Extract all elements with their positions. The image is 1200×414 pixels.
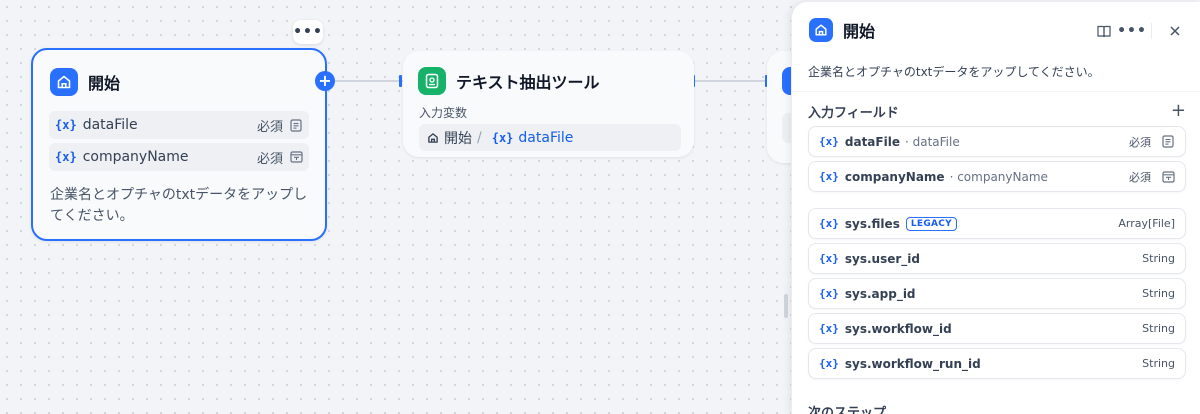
system-variable-row[interactable]: {x} sys.app_id String (808, 278, 1186, 309)
field-name: companyName (844, 169, 945, 184)
next-step-title: 次のステップ (808, 406, 887, 414)
legacy-badge: LEGACY (905, 216, 958, 231)
required-label: 必須 (1129, 170, 1151, 184)
variable-icon: {x} (819, 322, 839, 335)
extract-node-header: テキスト抽出ツール (418, 67, 600, 95)
start-var-row[interactable]: {x} companyName 必須 (49, 143, 309, 171)
plus-icon: + (318, 71, 332, 90)
start-node-description: 企業名とオプチャのtxtデータをアップしてください。 (50, 187, 308, 224)
field-name: sys.workflow_id (844, 321, 952, 336)
toolbar-divider (1151, 23, 1152, 39)
type-label: String (1142, 357, 1175, 370)
close-icon[interactable] (1164, 20, 1186, 42)
field-name: sys.user_id (844, 251, 920, 266)
var-name: companyName (82, 149, 189, 165)
required-label: 必須 (256, 119, 283, 135)
variable-icon: {x} (819, 135, 839, 148)
field-name: sys.app_id (844, 286, 916, 301)
document-extractor-icon (418, 67, 446, 95)
system-variable-row[interactable]: {x} sys.workflow_id String (808, 313, 1186, 344)
add-next-node-button[interactable]: + (315, 71, 335, 91)
type-label: String (1142, 287, 1175, 300)
variable-icon: {x} (819, 170, 839, 183)
variable-icon: {x} (491, 130, 514, 145)
panel-description[interactable]: 企業名とオプチャのtxtデータをアップしてください。 (808, 63, 1100, 80)
edge-start-to-extract (335, 80, 403, 82)
panel-header: 開始 (809, 18, 875, 42)
node-config-panel: 開始 ••• 企業名とオプチャのtxtデータをアップしてください。 入力フィール… (791, 2, 1200, 414)
book-icon[interactable] (1093, 20, 1115, 42)
field-label: · companyName (949, 169, 1048, 184)
document-icon (289, 118, 303, 132)
text-field-icon (289, 150, 303, 164)
document-icon (1161, 135, 1175, 149)
ref-var-name: dataFile (518, 129, 574, 146)
more-icon[interactable]: ••• (1117, 20, 1146, 42)
home-icon (427, 132, 439, 144)
var-name: dataFile (82, 117, 138, 133)
system-variable-row[interactable]: {x} sys.user_id String (808, 243, 1186, 274)
node-more-button[interactable]: ••• (293, 20, 323, 44)
start-node-title: 開始 (88, 74, 121, 93)
panel-toolbar: ••• (1087, 20, 1186, 42)
edge-port (399, 75, 402, 87)
system-variable-row[interactable]: {x} sys.files LEGACY Array[File] (808, 208, 1186, 239)
input-variable-reference[interactable]: 開始 / {x} dataFile (419, 124, 681, 151)
required-label: 必須 (1129, 135, 1151, 149)
system-variable-row[interactable]: {x} sys.workflow_run_id String (808, 348, 1186, 379)
field-name: sys.workflow_run_id (844, 356, 981, 371)
start-var-row[interactable]: {x} dataFile 必須 (49, 111, 309, 139)
more-icon: ••• (293, 24, 323, 40)
type-label: Array[File] (1118, 217, 1175, 230)
variable-icon: {x} (819, 357, 839, 370)
edge-extract-to-next (694, 80, 767, 82)
type-label: String (1142, 322, 1175, 335)
extract-node-title: テキスト抽出ツール (456, 73, 600, 92)
variable-icon: {x} (55, 118, 77, 132)
variable-icon: {x} (55, 150, 77, 164)
panel-divider (792, 91, 1200, 92)
type-label: String (1142, 252, 1175, 265)
input-variable-label: 入力変数 (419, 106, 468, 120)
add-field-button[interactable]: + (1171, 100, 1186, 121)
home-icon (50, 68, 78, 96)
required-label: 必須 (256, 151, 283, 167)
variable-icon: {x} (819, 217, 839, 230)
start-node[interactable]: 開始 {x} dataFile 必須 {x} companyName 必須 企業… (31, 48, 327, 241)
text-extractor-node[interactable]: テキスト抽出ツール 入力変数 開始 / {x} dataFile (403, 51, 694, 157)
field-name: dataFile (844, 134, 900, 149)
start-node-header: 開始 (50, 68, 120, 96)
ref-separator: / (477, 129, 482, 146)
input-field-row[interactable]: {x} companyName · companyName 必須 (808, 161, 1186, 192)
ref-node-name: 開始 (444, 130, 472, 147)
panel-title[interactable]: 開始 (843, 18, 875, 42)
text-field-icon (1161, 170, 1175, 184)
home-icon (809, 18, 833, 42)
field-name: sys.files (844, 216, 900, 231)
variable-icon: {x} (819, 287, 839, 300)
field-label: · dataFile (904, 134, 960, 149)
panel-resize-handle[interactable] (784, 294, 788, 318)
input-field-row[interactable]: {x} dataFile · dataFile 必須 (808, 126, 1186, 157)
variable-icon: {x} (819, 252, 839, 265)
input-fields-title: 入力フィールド (808, 106, 899, 121)
